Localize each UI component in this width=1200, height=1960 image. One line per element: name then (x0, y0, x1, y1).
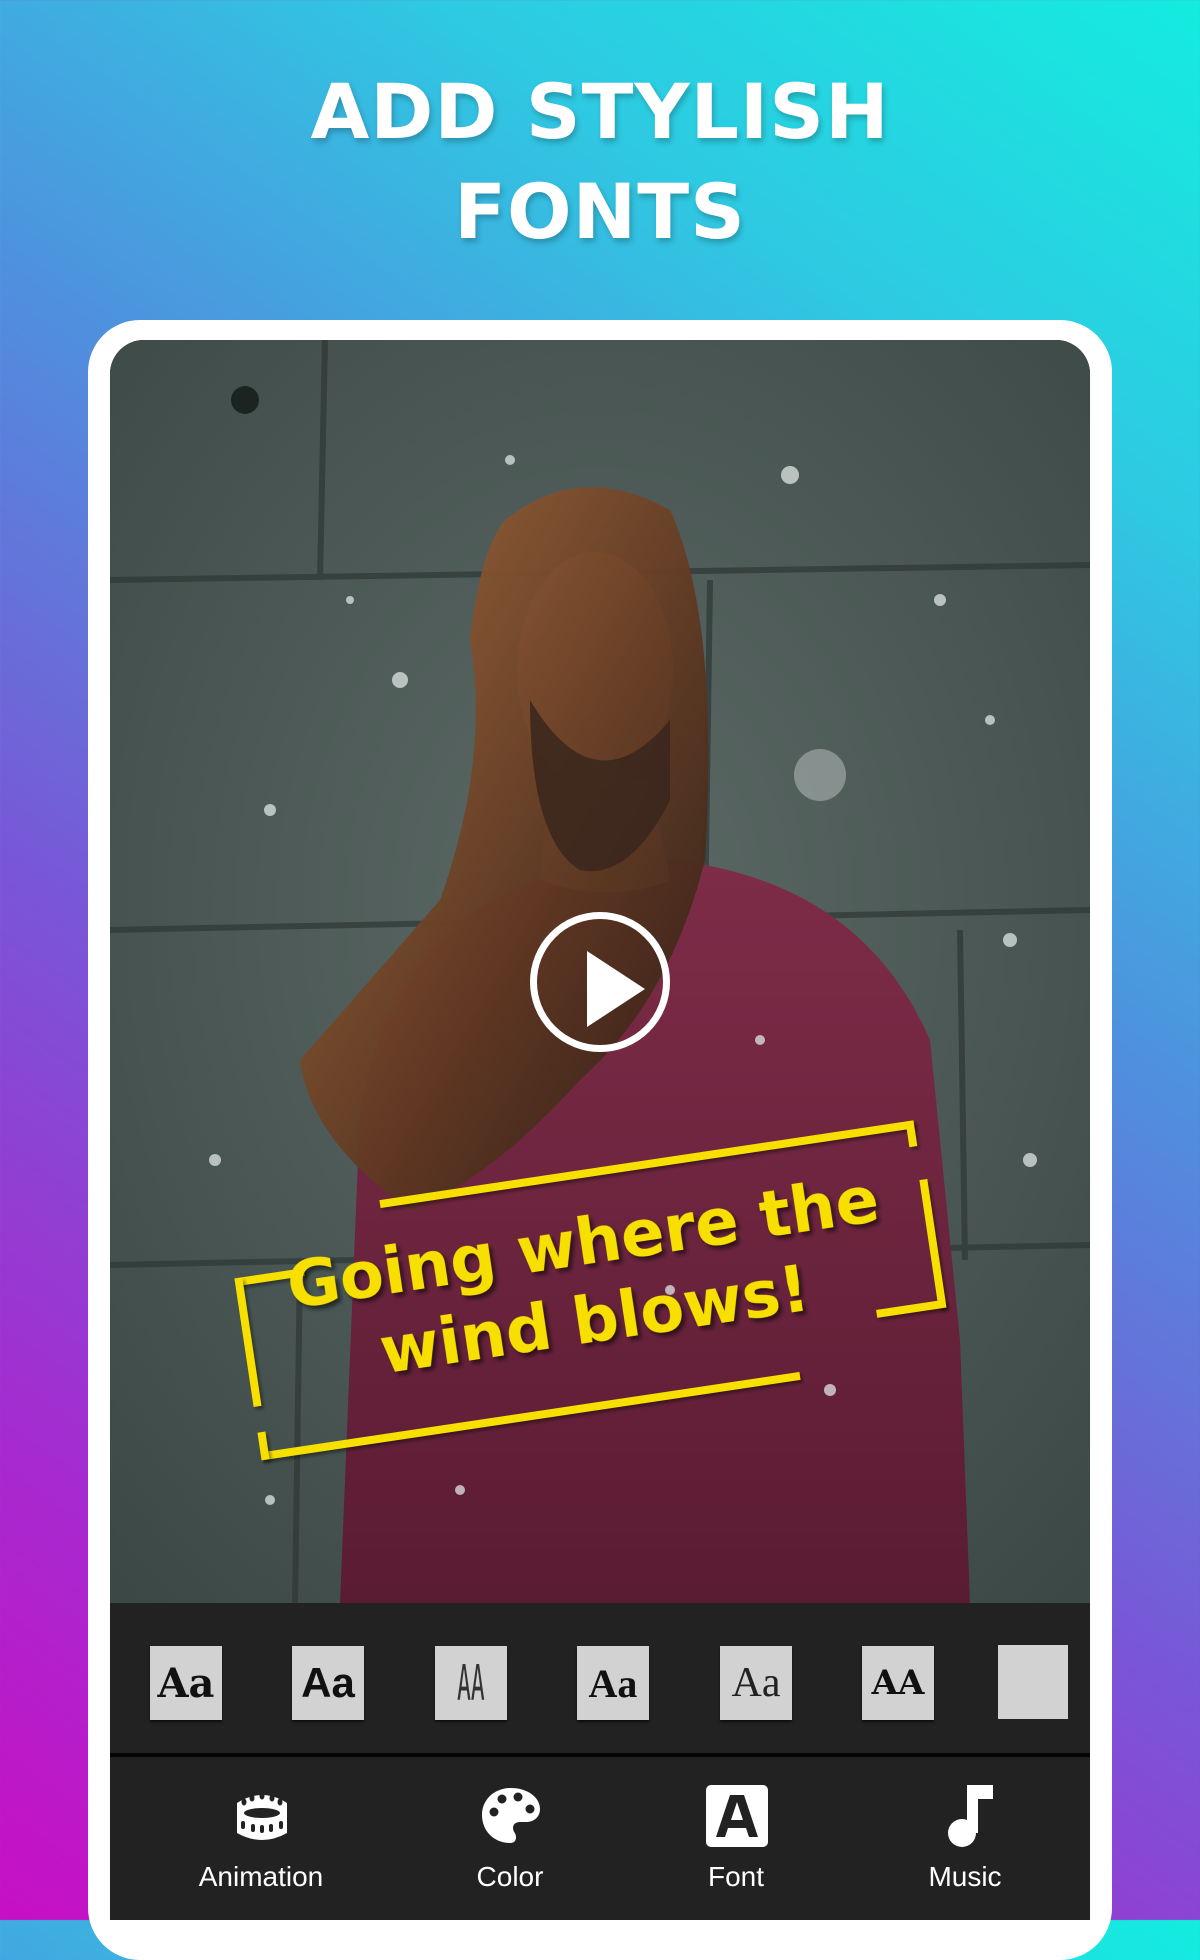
font-option-4[interactable]: Aa (577, 1646, 649, 1720)
music-note-icon (948, 1785, 993, 1847)
headline: ADD STYLISH FONTS (0, 62, 1200, 262)
nav-font[interactable]: Font (636, 1757, 836, 1920)
video-preview[interactable]: Going where the wind blows! (110, 340, 1090, 1603)
font-option-3[interactable]: AA (435, 1646, 507, 1720)
frame-top-right-leg (905, 1120, 918, 1148)
nav-color[interactable]: Color (410, 1757, 610, 1920)
font-option-2[interactable]: Aa (292, 1646, 364, 1720)
wall-hole (231, 386, 259, 414)
font-sample: AA (871, 1663, 925, 1703)
font-option-5[interactable]: Aa (720, 1646, 792, 1720)
play-button[interactable] (530, 912, 670, 1052)
play-circle-icon (587, 951, 645, 1027)
font-option-1[interactable]: Aa (150, 1646, 222, 1720)
nav-music[interactable]: Music (865, 1757, 1065, 1920)
nav-color-label: Color (476, 1861, 544, 1892)
font-sample: Aa (157, 1659, 215, 1707)
bottom-nav: Animation Color Font Music (110, 1757, 1090, 1920)
headline-line-2: FONTS (454, 167, 746, 256)
font-sample: Aa (301, 1659, 355, 1706)
nav-animation[interactable]: Animation (161, 1757, 361, 1920)
font-option-6[interactable]: AA (862, 1646, 934, 1720)
headline-line-1: ADD STYLISH (310, 67, 890, 156)
film-reel-icon (237, 1792, 287, 1840)
font-sample: AA (457, 1654, 485, 1712)
font-a-icon (706, 1785, 768, 1847)
font-option-7[interactable] (998, 1645, 1068, 1719)
font-sample: Aa (588, 1660, 638, 1706)
nav-font-label: Font (707, 1861, 765, 1892)
font-style-picker: Aa Aa AA Aa Aa AA (110, 1603, 1090, 1753)
nav-music-label: Music (928, 1861, 1002, 1892)
phone-screen: Going where the wind blows! Aa Aa AA Aa … (110, 340, 1090, 1920)
font-sample: Aa (731, 1660, 781, 1706)
nav-animation-label: Animation (198, 1861, 324, 1892)
palette-icon (482, 1788, 540, 1843)
